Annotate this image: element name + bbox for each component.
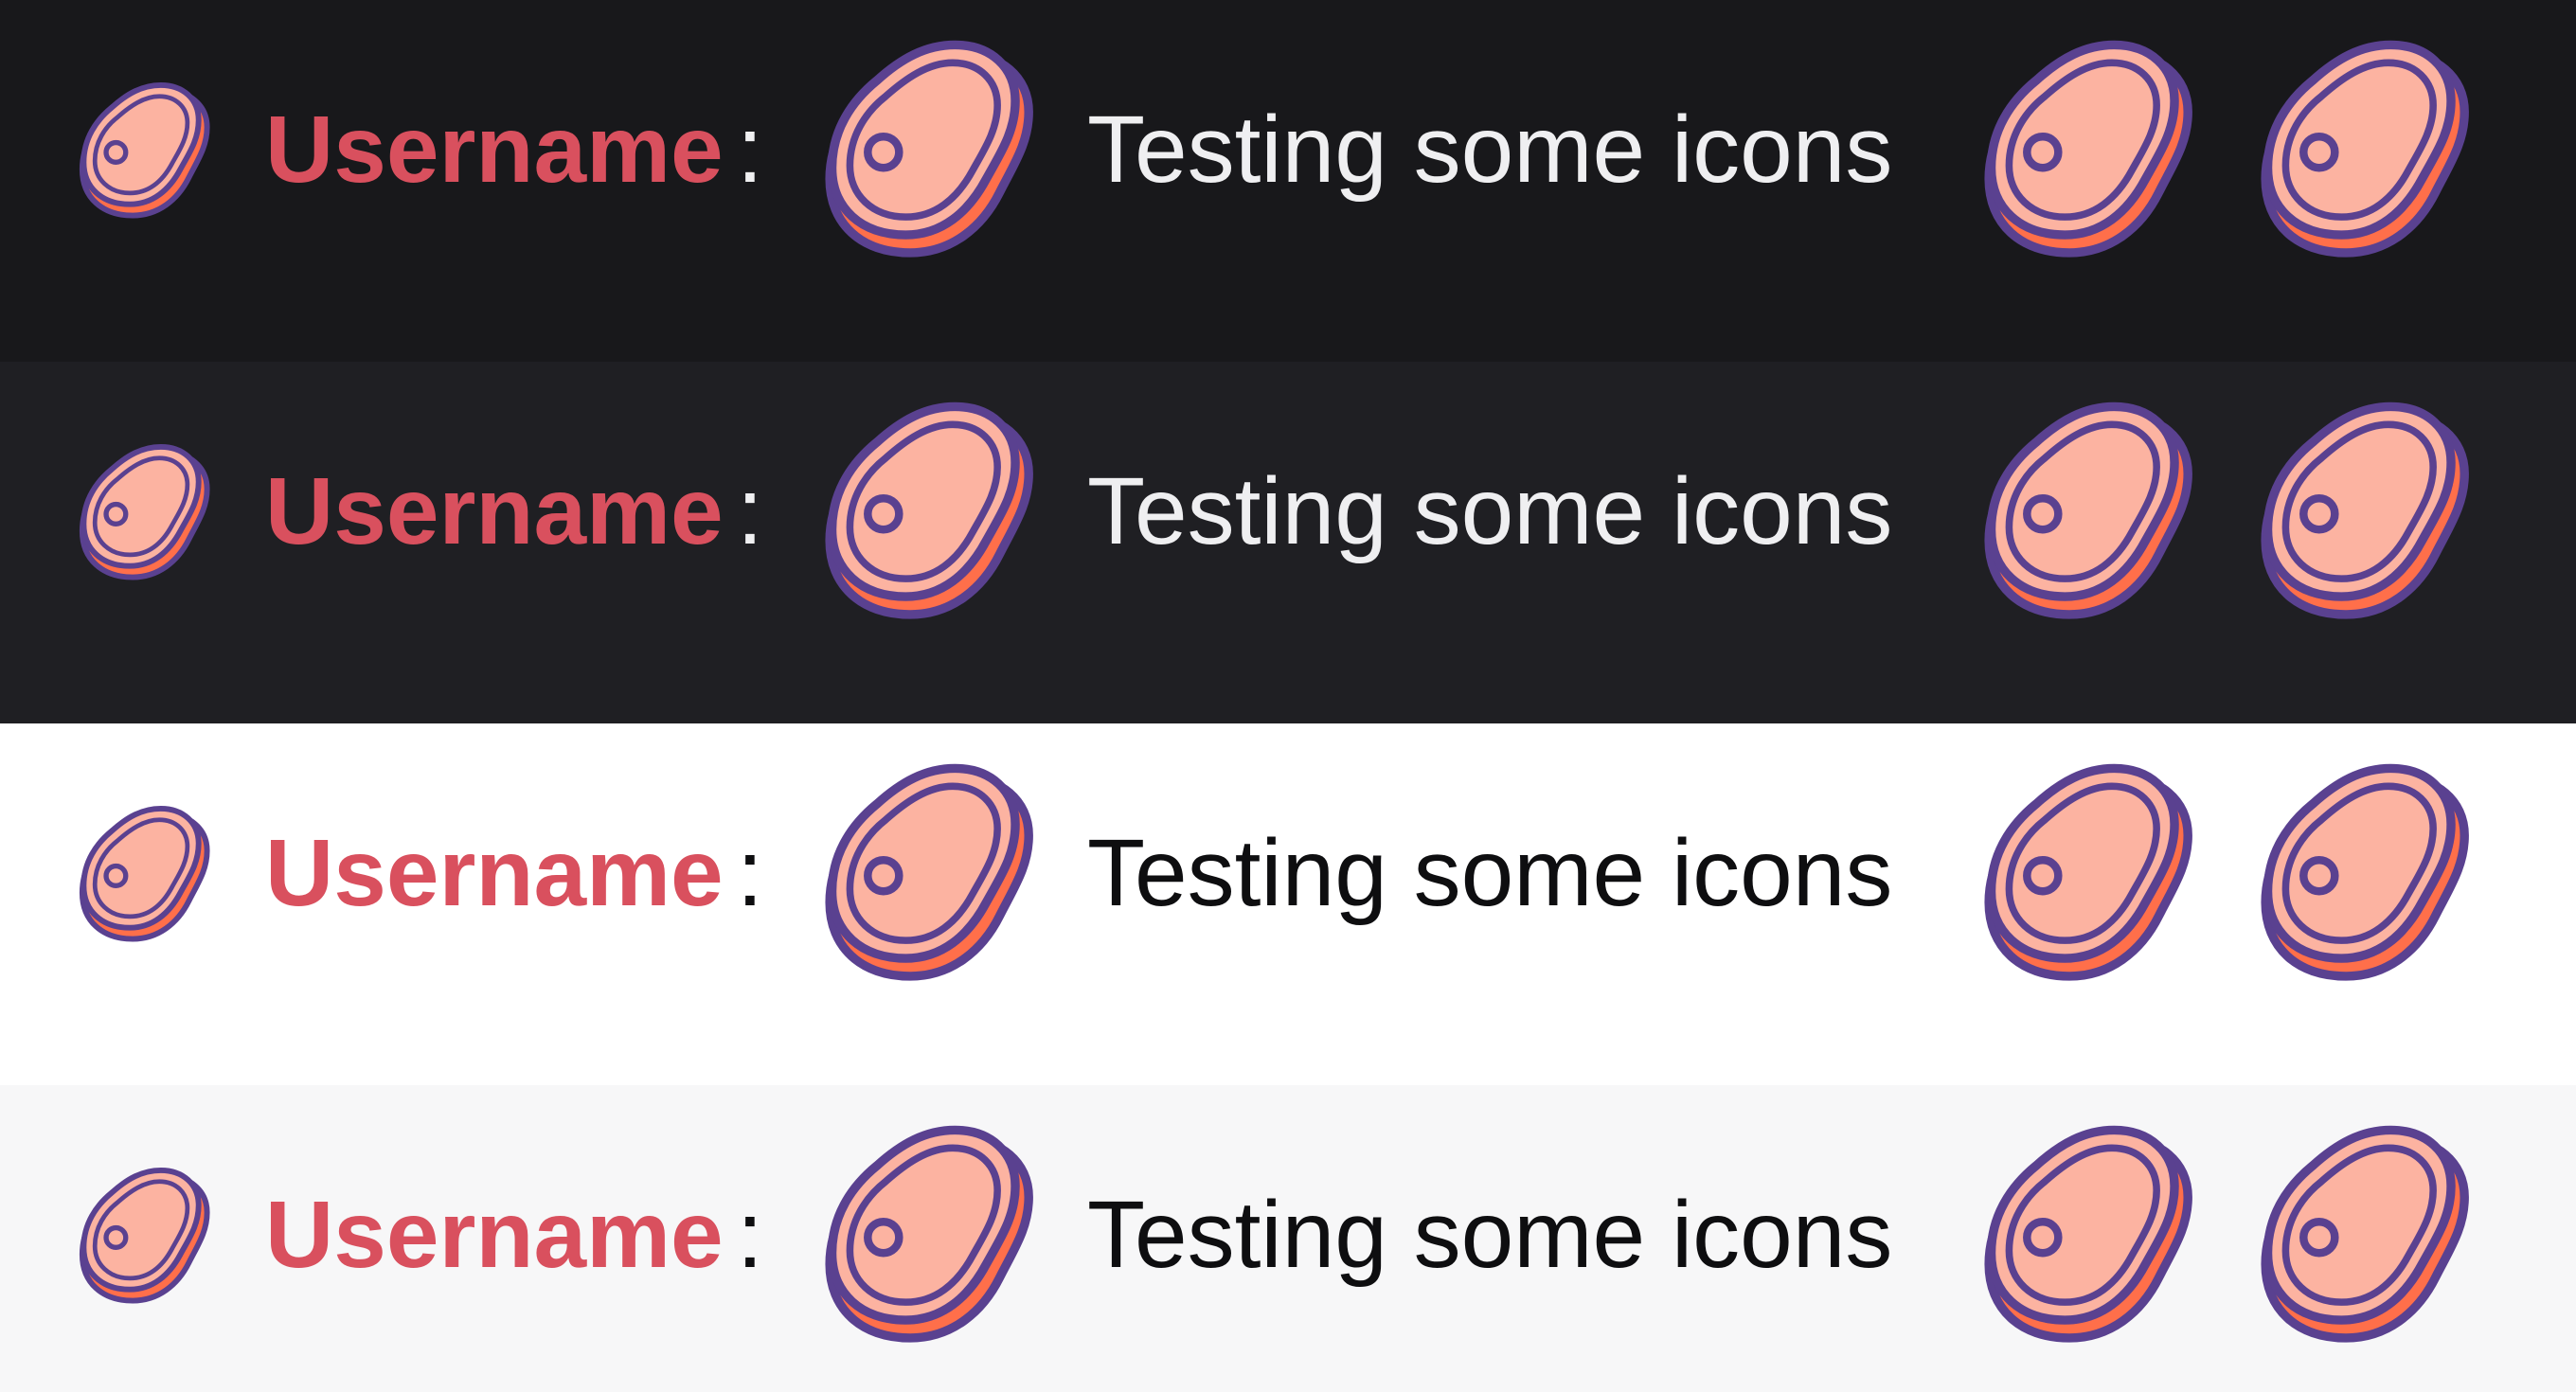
emote-meat-icon (816, 1121, 1040, 1345)
badge-meat-icon (74, 441, 214, 581)
chat-preview: Username : Testing some icons Username :… (0, 0, 2576, 1392)
chat-username[interactable]: Username (265, 93, 724, 206)
emote-meat-icon (2252, 759, 2476, 983)
chat-message: Testing some icons (1087, 97, 1893, 203)
emote-meat-icon (1976, 398, 2199, 621)
chat-message: Testing some icons (1087, 820, 1893, 926)
emote-meat-icon (1976, 759, 2199, 983)
chat-row-dark: Username : Testing some icons (0, 0, 2576, 362)
emote-meat-icon (2252, 36, 2476, 259)
chat-message: Testing some icons (1087, 1182, 1893, 1288)
chat-username[interactable]: Username (265, 455, 724, 568)
chat-separator: : (737, 820, 763, 926)
badge-meat-icon (74, 803, 214, 943)
emote-meat-icon (816, 759, 1040, 983)
chat-username[interactable]: Username (265, 816, 724, 930)
emote-meat-icon (816, 398, 1040, 621)
chat-separator: : (737, 1182, 763, 1288)
chat-row-light-alt: Username : Testing some icons (0, 1085, 2576, 1392)
emote-meat-icon (816, 36, 1040, 259)
chat-row-dark-alt: Username : Testing some icons (0, 362, 2576, 723)
emote-meat-icon (2252, 398, 2476, 621)
chat-separator: : (737, 97, 763, 203)
emote-meat-icon (1976, 36, 2199, 259)
emote-meat-icon (1976, 1121, 2199, 1345)
chat-separator: : (737, 458, 763, 564)
badge-meat-icon (74, 1165, 214, 1305)
emote-meat-icon (2252, 1121, 2476, 1345)
chat-row-light: Username : Testing some icons (0, 723, 2576, 1085)
badge-meat-icon (74, 80, 214, 220)
chat-message: Testing some icons (1087, 458, 1893, 564)
chat-username[interactable]: Username (265, 1178, 724, 1292)
